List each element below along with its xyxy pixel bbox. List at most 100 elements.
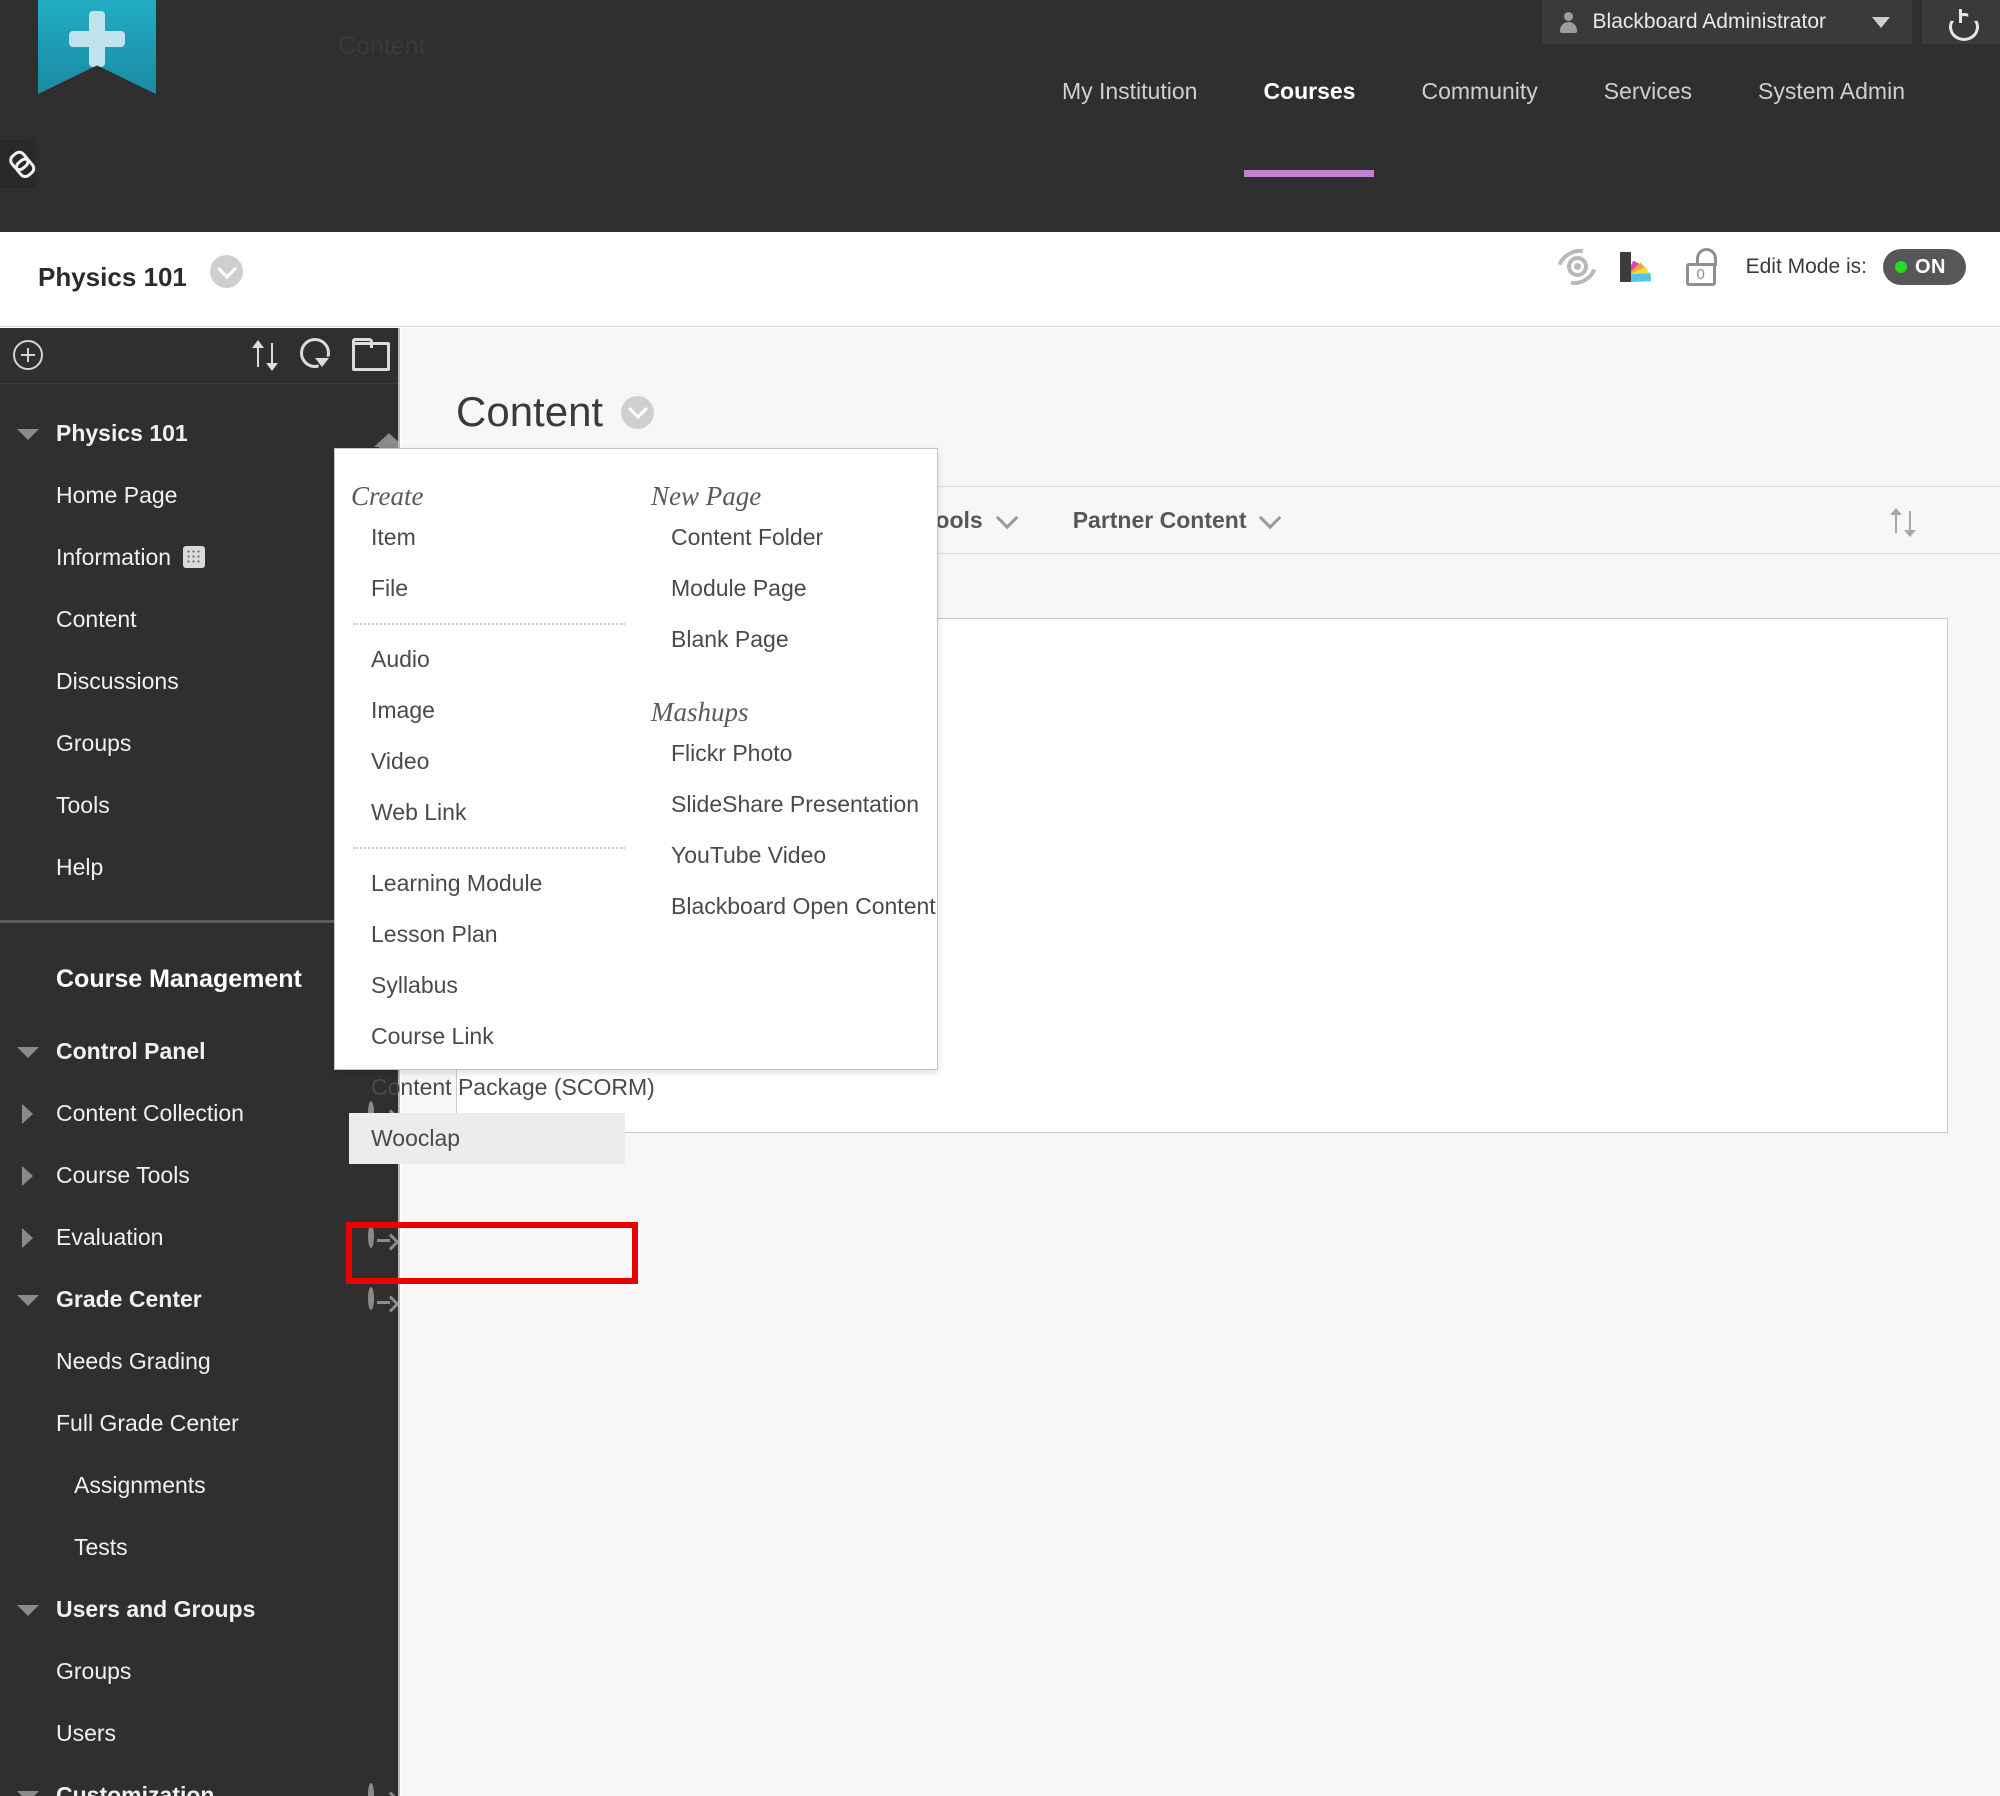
dropdown-create-column: Create ItemFile AudioImageVideoWeb Link Le… (335, 449, 641, 1164)
plus-ribbon-logo[interactable] (38, 0, 156, 94)
unlocked-padlock-icon: 0 (1684, 248, 1718, 286)
lock-count: 0 (1684, 265, 1718, 284)
course-header-actions: 0 Edit Mode is: ON (1546, 248, 1966, 286)
menu-item-item[interactable]: Item (335, 512, 641, 563)
edit-mode-toggle[interactable]: ON (1883, 249, 1966, 285)
sidebar-item-label: Discussions (56, 668, 179, 695)
tab-partner-content[interactable]: Partner Content (1043, 487, 1307, 553)
folder-icon[interactable] (352, 338, 384, 365)
menu-item-video[interactable]: Video (335, 736, 641, 787)
edit-mode-value: ON (1915, 256, 1946, 279)
dropdown-heading-create: Create (335, 449, 641, 512)
sidebar-item-groups[interactable]: Groups (0, 1640, 398, 1702)
nav-tab-community[interactable]: Community (1388, 78, 1570, 105)
student-preview-button[interactable] (1546, 249, 1608, 285)
breadcrumb[interactable]: Content (338, 32, 426, 61)
build-content-dropdown-menu: Create ItemFile AudioImageVideoWeb Link Le… (334, 448, 938, 1070)
menu-item-audio[interactable]: Audio (335, 634, 641, 685)
sidebar-item-label: Full Grade Center (56, 1410, 239, 1437)
user-menu-button[interactable]: Blackboard Administrator (1542, 0, 1912, 44)
sidebar-item-label: Physics 101 (56, 420, 188, 447)
dropdown-heading-mashups: Mashups (641, 665, 939, 728)
menu-item-file[interactable]: File (335, 563, 641, 614)
sidebar-item-grade-center[interactable]: Grade Center (0, 1268, 398, 1330)
course-theme-button[interactable] (1608, 250, 1670, 284)
sidebar-item-label: Content Collection (56, 1100, 244, 1127)
sidebar-item-label: Evaluation (56, 1224, 163, 1251)
sidebar-toolbar (0, 328, 398, 384)
sidebar-item-users-and-groups[interactable]: Users and Groups (0, 1578, 398, 1640)
sidebar-item-full-grade-center[interactable]: Full Grade Center (0, 1392, 398, 1454)
triangle-right-icon[interactable] (22, 1166, 33, 1186)
menu-item-content-folder[interactable]: Content Folder (641, 512, 939, 563)
sidebar-item-label: Control Panel (56, 1038, 206, 1065)
edit-mode-label: Edit Mode is: (1746, 255, 1867, 279)
menu-item-module-page[interactable]: Module Page (641, 563, 939, 614)
arrow-circle-icon[interactable] (368, 1290, 374, 1308)
top-navigation-bar: Blackboard Administrator My Institution … (0, 0, 2000, 232)
menu-item-flickr-photo[interactable]: Flickr Photo (641, 728, 939, 779)
nav-tab-system-admin[interactable]: System Admin (1725, 78, 1938, 105)
menu-item-youtube-video[interactable]: YouTube Video (641, 830, 939, 881)
sidebar-item-users[interactable]: Users (0, 1702, 398, 1764)
sort-up-down-arrows-icon[interactable] (1890, 505, 1916, 539)
menu-item-wooclap[interactable]: Wooclap (349, 1113, 625, 1164)
menu-item-web-link[interactable]: Web Link (335, 787, 641, 838)
menu-item-content-package-scorm[interactable]: Content Package (SCORM) (335, 1062, 641, 1113)
triangle-down-icon[interactable] (17, 1047, 39, 1058)
power-icon (1948, 9, 1974, 35)
menu-item-slideshare-presentation[interactable]: SlideShare Presentation (641, 779, 939, 830)
sidebar-item-tests[interactable]: Tests (0, 1516, 398, 1578)
menu-item-blank-page[interactable]: Blank Page (641, 614, 939, 665)
menu-item-image[interactable]: Image (335, 685, 641, 736)
page-title-group: Content (456, 388, 654, 436)
arrow-circle-icon[interactable] (368, 1786, 374, 1796)
status-dot-icon (1895, 261, 1907, 273)
sidebar-item-needs-grading[interactable]: Needs Grading (0, 1330, 398, 1392)
nav-tab-my-institution[interactable]: My Institution (1029, 78, 1231, 105)
sidebar-item-label: Grade Center (56, 1286, 202, 1313)
course-link-button[interactable] (0, 140, 36, 188)
sidebar-item-customization[interactable]: Customization (0, 1764, 398, 1796)
dropdown-pages-column: New Page Content FolderModule PageBlank … (641, 449, 939, 932)
course-menu-chevron-down-circle-icon[interactable] (210, 255, 243, 288)
nav-tab-services[interactable]: Services (1571, 78, 1725, 105)
page-menu-chevron-down-circle-icon[interactable] (621, 396, 654, 429)
sidebar-item-label: Users and Groups (56, 1596, 255, 1623)
menu-divider (353, 623, 625, 625)
sidebar-item-label: Groups (56, 1658, 131, 1685)
course-name-label: Physics 101 (38, 262, 187, 293)
chevron-down-icon (995, 507, 1018, 530)
sidebar-item-label: Tools (56, 792, 110, 819)
nav-tab-courses[interactable]: Courses (1230, 78, 1388, 105)
grid-icon (183, 546, 205, 568)
sidebar-item-label: Tests (56, 1534, 128, 1561)
sidebar-item-label: Home Page (56, 482, 177, 509)
triangle-down-icon[interactable] (17, 1605, 39, 1616)
sidebar-item-label: Information (56, 544, 171, 571)
menu-item-syllabus[interactable]: Syllabus (335, 960, 641, 1011)
student-preview-icon (1555, 249, 1599, 285)
logout-button[interactable] (1922, 0, 2000, 44)
sidebar-item-assignments[interactable]: Assignments (0, 1454, 398, 1516)
menu-item-blackboard-open-content[interactable]: Blackboard Open Content (641, 881, 939, 932)
refresh-icon[interactable] (300, 338, 330, 368)
add-menu-item-button[interactable] (13, 340, 43, 370)
course-lock-button[interactable]: 0 (1670, 248, 1732, 286)
triangle-down-icon[interactable] (17, 1791, 39, 1796)
triangle-right-icon[interactable] (22, 1104, 33, 1124)
menu-item-course-link[interactable]: Course Link (335, 1011, 641, 1062)
menu-item-learning-module[interactable]: Learning Module (335, 858, 641, 909)
arrow-circle-icon[interactable] (368, 1228, 374, 1246)
chevron-down-icon (1259, 507, 1282, 530)
menu-item-lesson-plan[interactable]: Lesson Plan (335, 909, 641, 960)
global-nav: My Institution Courses Community Service… (1029, 78, 1938, 105)
reorder-up-down-arrows-icon[interactable] (252, 338, 278, 372)
triangle-down-icon[interactable] (17, 1295, 39, 1306)
color-palette-icon (1620, 250, 1658, 284)
triangle-right-icon[interactable] (22, 1228, 33, 1248)
user-name-label: Blackboard Administrator (1593, 10, 1826, 34)
sidebar-item-label: Groups (56, 730, 131, 757)
sidebar-item-evaluation[interactable]: Evaluation (0, 1206, 398, 1268)
triangle-down-icon[interactable] (17, 429, 39, 440)
